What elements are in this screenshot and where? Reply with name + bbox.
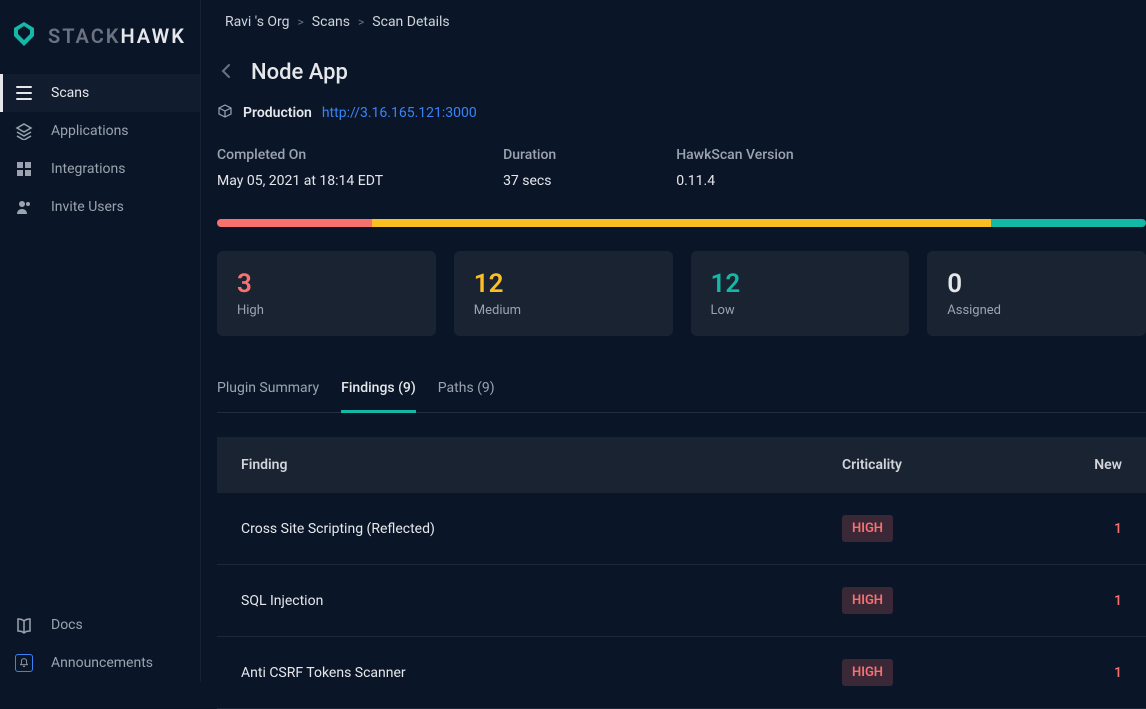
findings-table: Finding Criticality New Cross Site Scrip…: [217, 437, 1146, 709]
grid-icon: [15, 160, 33, 178]
meta-value: 37 secs: [503, 173, 556, 189]
logo-text: STACKHAWK: [48, 24, 186, 48]
nav-items: Scans Applications Integrations Invite U…: [0, 74, 200, 606]
meta-label: Completed On: [217, 147, 383, 163]
environment-label: Production: [243, 105, 312, 121]
chevron-right-icon: >: [358, 15, 364, 29]
severity-bar: [217, 219, 1146, 227]
title-row: Node App: [217, 60, 1146, 103]
sidebar-item-label: Integrations: [51, 161, 125, 177]
table-header: Finding Criticality New: [217, 437, 1146, 493]
menu-icon: [15, 84, 33, 102]
tabs: Plugin Summary Findings (9) Paths (9): [217, 372, 1146, 413]
severity-segment-low: [991, 219, 1146, 227]
environment-url[interactable]: http://3.16.165.121:3000: [322, 105, 477, 121]
meta-duration: Duration 37 secs: [503, 147, 556, 189]
bell-icon: [15, 654, 33, 672]
sidebar-item-label: Invite Users: [51, 199, 124, 215]
sidebar-item-applications[interactable]: Applications: [0, 112, 200, 150]
count-num: 12: [711, 269, 890, 299]
cell-finding: Anti CSRF Tokens Scanner: [241, 665, 842, 681]
meta-row: Completed On May 05, 2021 at 18:14 EDT D…: [217, 147, 1146, 219]
table-row[interactable]: Cross Site Scripting (Reflected) HIGH 1: [217, 493, 1146, 565]
meta-value: 0.11.4: [676, 173, 793, 189]
sidebar-item-label: Scans: [51, 85, 89, 101]
severity-segment-medium: [372, 219, 991, 227]
stackhawk-logo-icon: [8, 18, 40, 54]
count-card-high[interactable]: 3 High: [217, 251, 436, 336]
layers-icon: [15, 122, 33, 140]
sidebar: STACKHAWK Scans Applications Integration…: [0, 0, 200, 682]
chevron-right-icon: >: [298, 15, 304, 29]
count-card-medium[interactable]: 12 Medium: [454, 251, 673, 336]
col-header-finding[interactable]: Finding: [241, 457, 842, 473]
meta-completed: Completed On May 05, 2021 at 18:14 EDT: [217, 147, 383, 189]
sidebar-item-label: Announcements: [51, 655, 153, 671]
criticality-badge: HIGH: [842, 515, 893, 542]
count-num: 3: [237, 269, 416, 299]
logo-stack: STACK: [48, 24, 120, 48]
logo-hawk: HAWK: [120, 24, 185, 48]
breadcrumb-current: Scan Details: [372, 14, 449, 30]
environment-row: Production http://3.16.165.121:3000: [217, 103, 1146, 147]
content: Node App Production http://3.16.165.121:…: [201, 44, 1146, 709]
breadcrumb-scans[interactable]: Scans: [312, 14, 350, 30]
meta-version: HawkScan Version 0.11.4: [676, 147, 793, 189]
cell-criticality: HIGH: [842, 515, 1042, 542]
severity-segment-high: [217, 219, 372, 227]
cell-new: 1: [1042, 593, 1122, 609]
sidebar-item-invite-users[interactable]: Invite Users: [0, 188, 200, 226]
cell-finding: SQL Injection: [241, 593, 842, 609]
sidebar-item-announcements[interactable]: Announcements: [0, 644, 200, 682]
back-arrow-icon[interactable]: [217, 61, 237, 85]
count-label: Medium: [474, 303, 653, 318]
sidebar-item-label: Applications: [51, 123, 129, 139]
page-title: Node App: [251, 60, 348, 85]
sidebar-item-scans[interactable]: Scans: [0, 74, 200, 112]
criticality-badge: HIGH: [842, 587, 893, 614]
cell-new: 1: [1042, 521, 1122, 537]
cell-new: 1: [1042, 665, 1122, 681]
meta-label: Duration: [503, 147, 556, 163]
count-num: 0: [947, 269, 1126, 299]
meta-label: HawkScan Version: [676, 147, 793, 163]
users-icon: [15, 198, 33, 216]
cell-finding: Cross Site Scripting (Reflected): [241, 521, 842, 537]
table-row[interactable]: SQL Injection HIGH 1: [217, 565, 1146, 637]
tab-paths[interactable]: Paths (9): [438, 372, 495, 413]
tab-findings[interactable]: Findings (9): [341, 372, 416, 413]
count-label: High: [237, 303, 416, 318]
book-icon: [15, 616, 33, 634]
sidebar-item-integrations[interactable]: Integrations: [0, 150, 200, 188]
bottom-nav: Docs Announcements: [0, 606, 200, 682]
cell-criticality: HIGH: [842, 587, 1042, 614]
count-cards: 3 High 12 Medium 12 Low 0 Assigned: [217, 251, 1146, 336]
main-content: Ravi 's Org > Scans > Scan Details Node …: [200, 0, 1146, 682]
sidebar-item-label: Docs: [51, 617, 83, 633]
tab-plugin-summary[interactable]: Plugin Summary: [217, 372, 319, 413]
col-header-new[interactable]: New: [1042, 457, 1122, 473]
count-num: 12: [474, 269, 653, 299]
breadcrumb: Ravi 's Org > Scans > Scan Details: [201, 0, 1146, 44]
meta-value: May 05, 2021 at 18:14 EDT: [217, 173, 383, 189]
breadcrumb-org[interactable]: Ravi 's Org: [225, 14, 290, 30]
logo[interactable]: STACKHAWK: [0, 10, 200, 74]
package-icon: [217, 103, 233, 123]
count-label: Assigned: [947, 303, 1126, 318]
count-label: Low: [711, 303, 890, 318]
sidebar-item-docs[interactable]: Docs: [0, 606, 200, 644]
count-card-low[interactable]: 12 Low: [691, 251, 910, 336]
count-card-assigned[interactable]: 0 Assigned: [927, 251, 1146, 336]
col-header-criticality[interactable]: Criticality: [842, 457, 1042, 473]
table-row[interactable]: Anti CSRF Tokens Scanner HIGH 1: [217, 637, 1146, 709]
